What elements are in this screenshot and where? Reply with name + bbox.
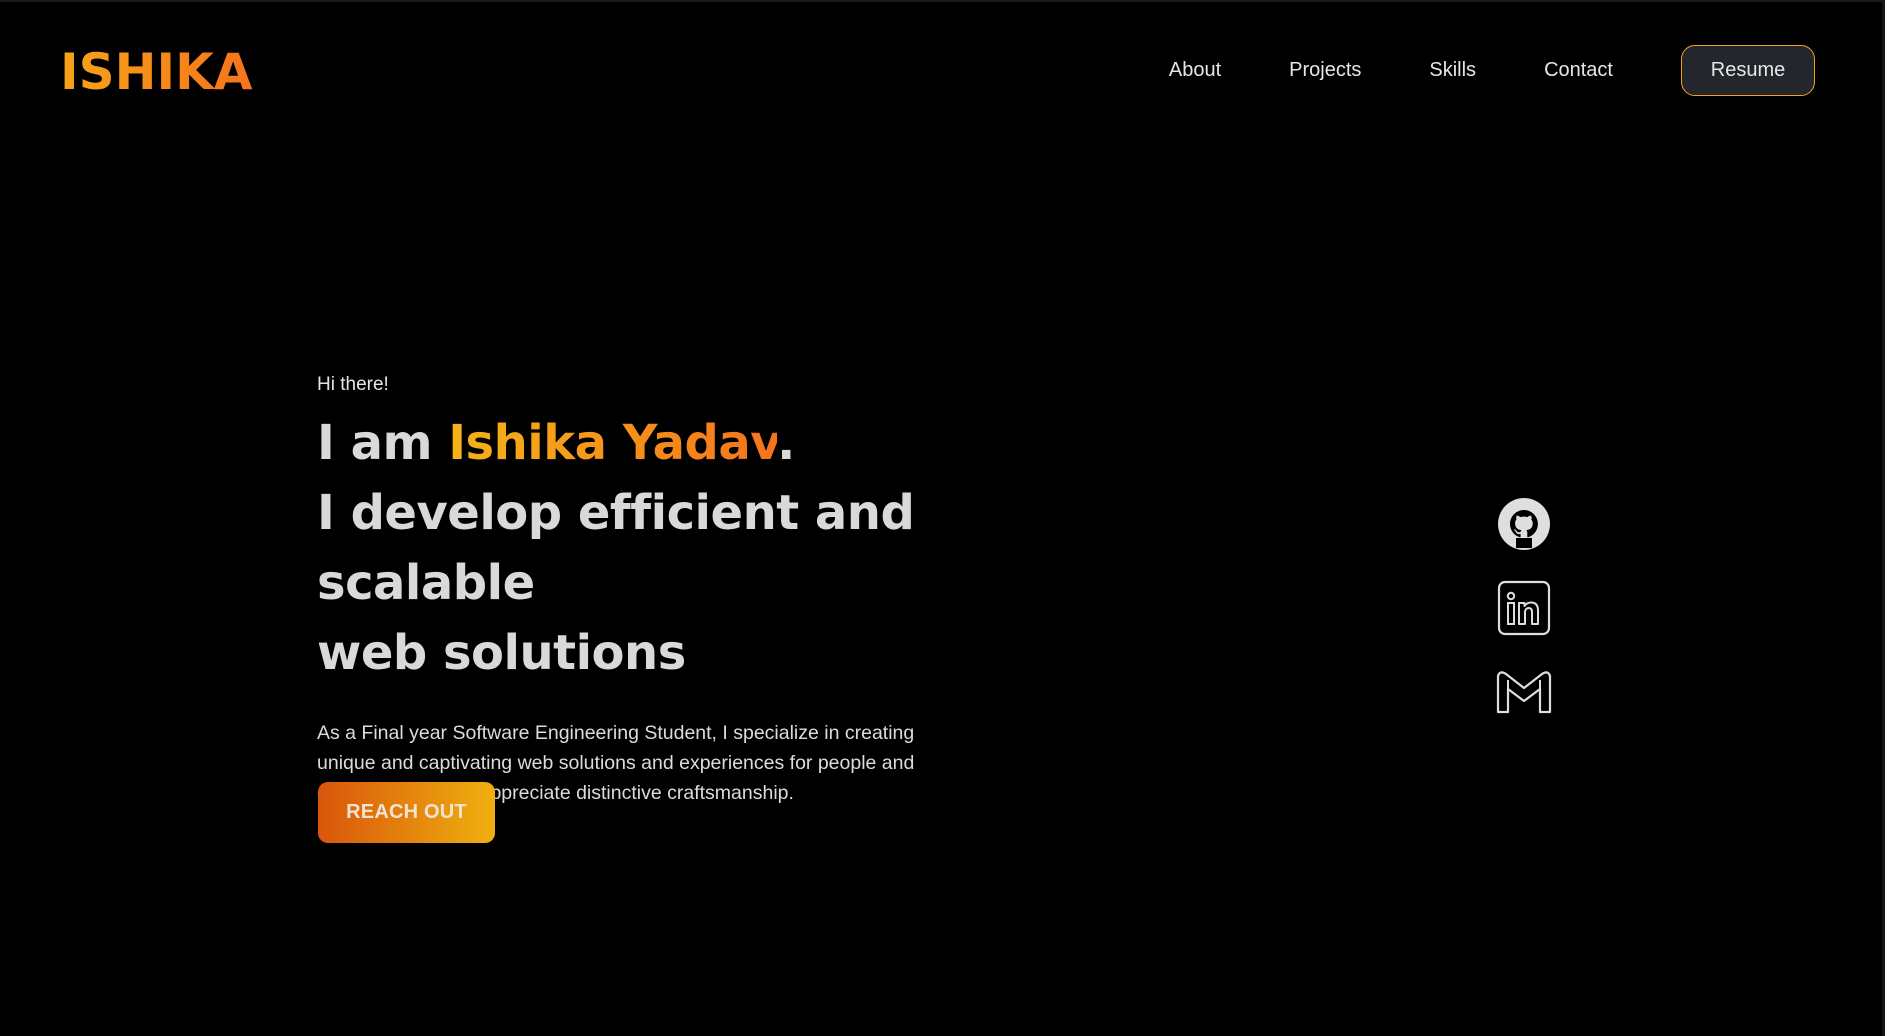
resume-button[interactable]: Resume	[1681, 44, 1815, 96]
gmail-icon[interactable]	[1494, 662, 1554, 722]
site-logo[interactable]: ISHIKA	[60, 44, 253, 100]
linkedin-icon[interactable]	[1494, 578, 1554, 638]
headline: I am Ishika Yadav. I develop efficient an…	[317, 408, 1117, 688]
reach-out-button[interactable]: REACH OUT	[318, 782, 495, 843]
hero-name: Ishika Yadav	[448, 415, 778, 471]
headline-line-3: web solutions	[317, 625, 686, 681]
nav-contact[interactable]: Contact	[1544, 59, 1613, 82]
headline-period: .	[777, 415, 795, 471]
nav-projects[interactable]: Projects	[1289, 59, 1361, 82]
headline-line-2: I develop efficient and scalable	[317, 485, 915, 611]
hero-section: Hi there! I am Ishika Yadav. I develop ef…	[317, 372, 1117, 808]
greeting-text: Hi there!	[317, 374, 389, 395]
nav-skills[interactable]: Skills	[1429, 59, 1476, 82]
headline-prefix: I am	[317, 415, 449, 471]
portfolio-page: ISHIKA About Projects Skills Contact Res…	[0, 0, 1885, 1036]
main-nav: About Projects Skills Contact Resume	[1169, 44, 1815, 96]
nav-about[interactable]: About	[1169, 59, 1221, 82]
social-links	[1494, 494, 1554, 746]
github-icon[interactable]	[1494, 494, 1554, 554]
